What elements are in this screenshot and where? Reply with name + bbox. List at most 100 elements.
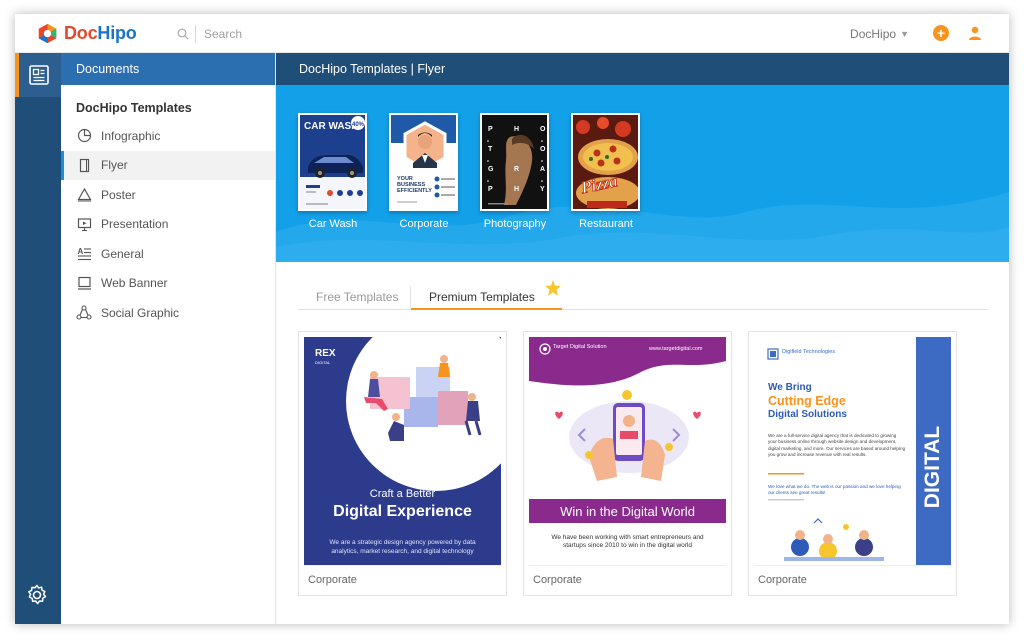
sidebar: Documents DocHipo Templates Infographic … <box>61 53 276 624</box>
sidebar-header: Documents <box>61 53 275 85</box>
app-window: DocHipo DocHipo ▼ + <box>15 14 1009 624</box>
active-tab-indicator <box>411 308 562 310</box>
template-card[interactable]: Digifield Technologies We Bring Cutting … <box>748 331 957 596</box>
documents-icon <box>29 65 49 85</box>
sidebar-item-social-graphic[interactable]: Social Graphic <box>61 298 275 328</box>
svg-text:P: P <box>488 126 493 133</box>
svg-text:Y: Y <box>540 186 545 193</box>
flyer-icon <box>76 157 92 173</box>
thumb-car-wash[interactable]: CAR WASH 40% <box>298 113 367 211</box>
top-bar: DocHipo DocHipo ▼ + <box>15 14 1009 53</box>
svg-text:G: G <box>488 166 494 173</box>
card3-side-text: DIGITAL <box>921 425 944 509</box>
card1-brand: REX <box>315 348 336 359</box>
rail-documents-button[interactable] <box>15 53 61 97</box>
sidebar-item-label: General <box>101 246 144 261</box>
sidebar-item-label: Flyer <box>101 158 128 173</box>
card-preview: REX DIGITAL Craft a Better Digital Exper… <box>304 337 501 565</box>
sidebar-item-poster[interactable]: Poster <box>61 180 275 210</box>
logo-text: DocHipo <box>64 23 137 43</box>
left-rail <box>15 53 61 624</box>
svg-text:O: O <box>540 146 546 153</box>
sidebar-item-presentation[interactable]: Presentation <box>61 210 275 240</box>
card3-body2: We love what we do. The web is our passi… <box>768 484 901 496</box>
thumb-corporate[interactable]: YOUR BUSINESS EFFICIENTLY <box>389 113 458 211</box>
sidebar-item-label: Social Graphic <box>101 305 180 320</box>
pie-chart-icon <box>76 128 92 144</box>
carwash-badge: 40% <box>352 122 365 128</box>
account-label: DocHipo <box>850 27 897 41</box>
template-card[interactable]: Target Digital Solution www.targetdigita… <box>523 331 732 596</box>
svg-text:EFFICIENTLY: EFFICIENTLY <box>397 188 432 194</box>
carwash-title-1: CAR WASH <box>304 121 358 132</box>
sidebar-item-general[interactable]: A General <box>61 239 275 269</box>
card1-illustration: REX DIGITAL <box>304 337 501 565</box>
sidebar-item-web-banner[interactable]: Web Banner <box>61 269 275 299</box>
create-button[interactable]: + <box>933 25 949 41</box>
search-icon[interactable] <box>177 28 189 40</box>
card1-kicker: Craft a Better <box>369 488 436 500</box>
card1-body: We are a strategic design agency powered… <box>329 539 476 555</box>
card-divider <box>529 565 726 566</box>
thumb-label-car-wash[interactable]: Car Wash <box>288 218 378 230</box>
sidebar-item-label: Presentation <box>101 217 169 232</box>
user-icon[interactable] <box>967 25 983 41</box>
thumb-label-photography[interactable]: Photography <box>470 218 560 230</box>
card1-headline: Digital Experience <box>333 503 472 520</box>
card-divider <box>754 565 951 566</box>
card-divider <box>304 565 501 566</box>
card2-url: www.targetdigital.com <box>649 346 703 352</box>
corporate-art: YOUR BUSINESS EFFICIENTLY <box>391 115 456 209</box>
template-tabs: Free Templates Premium Templates <box>298 280 988 310</box>
chevron-down-icon: ▼ <box>900 29 909 39</box>
breadcrumb: DocHipo Templates | Flyer <box>276 53 1009 85</box>
card3-line1: We Bring <box>768 382 812 393</box>
monitor-icon <box>76 275 92 291</box>
svg-text:T: T <box>488 146 493 153</box>
search-input[interactable] <box>204 27 344 41</box>
triangle-icon <box>76 187 92 203</box>
template-card[interactable]: REX DIGITAL Craft a Better Digital Exper… <box>298 331 507 596</box>
gear-icon[interactable] <box>25 583 49 607</box>
star-icon <box>545 280 561 296</box>
plus-icon: + <box>936 25 946 41</box>
svg-text:H: H <box>514 126 519 133</box>
sidebar-section-title: DocHipo Templates <box>76 101 192 115</box>
card-caption: Corporate <box>308 574 357 586</box>
thumb-restaurant[interactable]: Pizza <box>571 113 640 211</box>
card-preview: Digifield Technologies We Bring Cutting … <box>754 337 951 565</box>
account-menu[interactable]: DocHipo ▼ <box>850 27 909 41</box>
sidebar-item-label: Web Banner <box>101 276 168 291</box>
svg-text:O: O <box>540 126 546 133</box>
tab-divider <box>410 286 411 308</box>
card3-body: We are a full-service digital agency tha… <box>768 433 906 458</box>
card2-body: We have been working with smart entrepre… <box>551 534 704 549</box>
svg-text:P: P <box>488 186 493 193</box>
thumb-label-restaurant[interactable]: Restaurant <box>561 218 651 230</box>
svg-text:H: H <box>514 186 519 193</box>
presentation-icon <box>76 216 92 232</box>
card1-brand-sub: DIGITAL <box>315 360 331 365</box>
thumb-photography[interactable]: P H O T O G R A P H Y <box>480 113 549 211</box>
thumb-label-corporate[interactable]: Corporate <box>379 218 469 230</box>
sidebar-item-label: Poster <box>101 187 136 202</box>
tab-premium-templates[interactable]: Premium Templates <box>429 290 535 304</box>
logo[interactable]: DocHipo <box>37 23 137 44</box>
card-caption: Corporate <box>533 574 582 586</box>
restaurant-art: Pizza <box>573 115 638 209</box>
photography-art: P H O T O G R A P H Y <box>482 115 547 209</box>
search-divider <box>195 25 196 43</box>
sidebar-item-label: Infographic <box>101 128 161 143</box>
card3-line2: Cutting Edge <box>768 394 846 408</box>
sidebar-item-infographic[interactable]: Infographic <box>61 121 275 151</box>
card2-brand: Target Digital Solution <box>553 344 607 350</box>
card3-line3: Digital Solutions <box>768 409 847 420</box>
card2-headline: Win in the Digital World <box>560 504 695 519</box>
card-caption: Corporate <box>758 574 807 586</box>
card2-illustration <box>529 337 726 565</box>
search-bar <box>177 25 344 43</box>
tab-free-templates[interactable]: Free Templates <box>316 290 398 304</box>
category-banner: CAR WASH 40% Car Wash YOUR BUSINESS EFFI… <box>276 85 1009 262</box>
sidebar-item-flyer[interactable]: Flyer <box>61 150 275 180</box>
svg-text:A: A <box>77 247 83 256</box>
